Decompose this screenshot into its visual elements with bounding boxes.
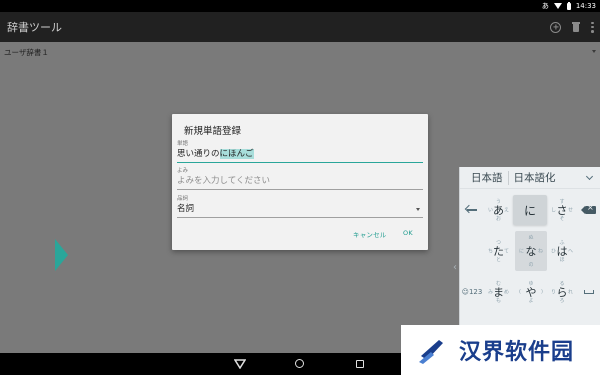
delete-icon[interactable] [572, 22, 580, 32]
home-icon[interactable] [295, 359, 304, 368]
reading-field-underline [177, 189, 423, 190]
chevron-left-icon[interactable]: ‹ [453, 262, 457, 273]
flick-hint: よ [528, 298, 534, 304]
ok-button[interactable]: OK [403, 229, 413, 237]
ime-indicator: あ [541, 2, 549, 10]
watermark-text: 汉界软件园 [459, 340, 575, 365]
key-ya[interactable]: ゆ ( や ) よ [515, 277, 547, 307]
flick-hint: ) [541, 289, 543, 295]
flick-hint: へ [567, 248, 573, 255]
flick-hint: う [495, 199, 502, 205]
candidate-item[interactable]: 日本語化 [509, 170, 561, 185]
flick-hint: ( [519, 289, 521, 295]
flick-hint: る [559, 281, 565, 287]
watermark-logo-icon [419, 340, 443, 364]
flick-hint: え [503, 207, 509, 214]
space-icon [584, 290, 594, 294]
key-label: な [525, 245, 537, 258]
add-icon[interactable] [550, 21, 561, 33]
flick-hint: む [495, 281, 502, 287]
chevron-down-icon [416, 208, 420, 211]
space-key[interactable] [577, 277, 600, 307]
pos-select-underline [177, 217, 423, 218]
app-bar-actions [550, 12, 594, 42]
pos-select[interactable]: 品詞 名詞 [177, 196, 423, 218]
symbol-number-key[interactable]: ☺123 [460, 277, 484, 307]
reading-field[interactable]: よみ よみを入力してください [177, 168, 423, 190]
word-field-label: 単語 [177, 141, 189, 147]
flick-hint: ほ [559, 257, 565, 263]
flick-hint: ひ [551, 248, 557, 255]
candidate-item[interactable]: 日本語 [460, 170, 508, 185]
flick-hint: め [503, 289, 509, 296]
app-bar: 辞書ツール [0, 12, 600, 42]
battery-icon [566, 1, 571, 11]
dictionary-selector[interactable]: ユーザ辞書１ [4, 47, 49, 58]
flick-hint: み [488, 289, 494, 296]
word-field[interactable]: 単語 思い通りのにほんご [177, 141, 423, 164]
flick-hint: れ [567, 289, 573, 296]
flick-hint: の [528, 262, 534, 268]
watermark: 汉界软件园 [401, 325, 600, 375]
status-bar: あ 14:33 [0, 0, 600, 12]
wifi-icon [553, 1, 562, 11]
key-sa[interactable]: す し さ せ そ [547, 195, 577, 225]
flick-hint: ろ [559, 298, 565, 304]
flick-hint: そ [559, 216, 565, 222]
more-icon[interactable] [591, 21, 594, 33]
key-ra[interactable]: る り ら れ ろ [547, 277, 577, 307]
cancel-button[interactable]: キャンセル [353, 229, 387, 239]
dropdown-arrow-icon [592, 50, 596, 53]
key-ha[interactable]: ふ ひ は へ ほ [547, 236, 577, 266]
backspace-icon [581, 203, 596, 214]
flick-hint: つ [495, 240, 502, 246]
reading-field-label: よみ [177, 168, 189, 174]
arrow-left-icon [467, 209, 477, 211]
status-time: 14:33 [575, 2, 596, 10]
word-value-highlight: にほんご [219, 149, 254, 159]
flick-hint: ね [537, 248, 543, 255]
flick-hint: に [519, 248, 525, 255]
flick-hint: し [551, 207, 557, 214]
flick-hint: ぬ [528, 235, 534, 241]
word-field-underline [177, 162, 423, 164]
key-a[interactable]: う い あ え お [484, 195, 513, 225]
key-na[interactable]: ぬ に な ね の [515, 231, 547, 271]
pos-select-label: 品詞 [177, 196, 189, 202]
key-ta[interactable]: つ ち た て と [484, 236, 513, 266]
flick-hint: い [488, 207, 494, 214]
flick-hint: お [495, 216, 502, 222]
reading-field-placeholder[interactable]: よみを入力してください [177, 175, 423, 187]
flick-hint: も [495, 298, 502, 304]
flick-hint: せ [567, 207, 573, 214]
key-ni-pressed[interactable]: に [513, 195, 547, 225]
flick-hint: ち [488, 248, 494, 255]
flick-direction-indicator [55, 239, 68, 271]
backspace-key[interactable] [577, 195, 600, 225]
back-icon[interactable] [234, 359, 246, 369]
new-word-dialog: 新規単語登録 単語 思い通りのにほんご よみ よみを入力してください 品詞 名詞… [172, 114, 428, 250]
flick-hint: ゆ [528, 281, 534, 287]
flick-hint: す [559, 199, 565, 205]
key-label: に [523, 203, 536, 218]
android-screen: あ 14:33 辞書ツール ユーザ辞書１ 新規単語登録 単語 思い通りのにほんご… [0, 0, 600, 375]
candidate-bar: 日本語 日本語化 [460, 167, 600, 189]
flick-hint: と [495, 257, 502, 263]
flick-hint: ふ [559, 240, 565, 246]
word-value-prefix: 思い通りの [177, 149, 220, 159]
app-title: 辞書ツール [7, 21, 62, 34]
flick-hint: り [551, 289, 557, 296]
cursor-left-key[interactable] [460, 195, 484, 225]
expand-candidates-icon[interactable] [585, 172, 594, 181]
recent-apps-icon[interactable] [356, 360, 364, 368]
flick-hint: て [503, 248, 509, 255]
dialog-title: 新規単語登録 [184, 126, 242, 137]
key-ma[interactable]: む み ま め も [484, 277, 513, 307]
word-field-value[interactable]: 思い通りのにほんご [177, 148, 423, 160]
pos-select-value[interactable]: 名詞 [177, 203, 423, 215]
